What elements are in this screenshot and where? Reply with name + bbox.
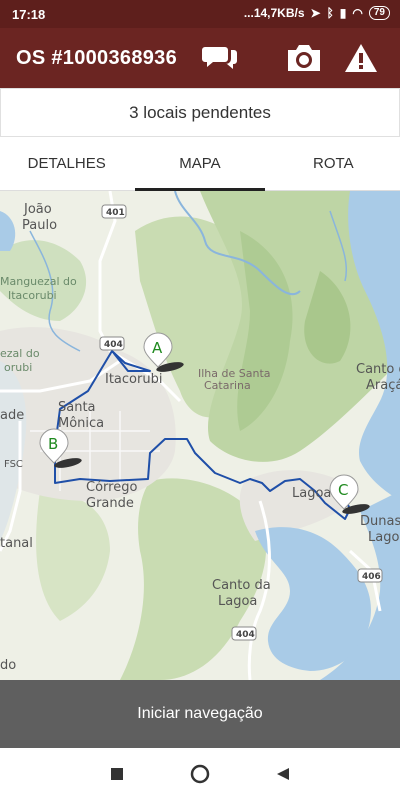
map-label: orubi (4, 361, 32, 374)
home-icon[interactable] (187, 762, 213, 786)
marker-label: C (338, 481, 348, 499)
road-shield: 404 (104, 340, 123, 350)
back-icon[interactable] (270, 762, 296, 786)
road-shield: 406 (362, 572, 381, 582)
map-label: Canto da (212, 578, 271, 593)
marker-label: B (48, 435, 58, 453)
status-time: 17:18 (12, 7, 46, 22)
map-label: Mônica (58, 416, 104, 431)
map-label: João (23, 202, 52, 217)
system-navigation-bar (0, 748, 400, 800)
map-label: Lagoa (218, 594, 257, 609)
map-label: FSC (4, 459, 23, 470)
pending-locations-text: 3 locais pendentes (0, 88, 400, 137)
bluetooth-icon: ᛒ (326, 6, 334, 20)
stop-icon[interactable] (104, 762, 130, 786)
road-shield: 401 (106, 208, 125, 218)
status-indicators: ...14,7KB/s ➤ ᛒ ▮ ◠ 79 (244, 6, 390, 20)
tab-rota[interactable]: ROTA (267, 137, 400, 190)
map-label: ade (0, 408, 24, 423)
app-bar: OS #1000368936 (0, 28, 400, 88)
tab-detalhes[interactable]: DETALHES (0, 137, 133, 190)
map-view[interactable]: João Paulo Manguezal do Itacorubi ezal d… (0, 191, 400, 680)
map-label: Santa (58, 400, 96, 415)
map-label: Lagoa (368, 530, 400, 545)
map-label: Araçá (366, 378, 400, 393)
camera-icon[interactable] (284, 40, 324, 76)
network-speed: ...14,7KB/s (243, 6, 305, 20)
marker-label: A (152, 339, 163, 357)
wifi-icon: ◠ (352, 6, 363, 20)
chat-icon[interactable] (200, 40, 240, 76)
map-label: tanal (0, 536, 33, 551)
tab-bar: DETALHES MAPA ROTA (0, 137, 400, 191)
map-label: do (0, 658, 16, 673)
order-title: OS #1000368936 (16, 47, 178, 69)
start-navigation-button[interactable]: Iniciar navegação (0, 680, 400, 748)
map-label: Grande (86, 496, 134, 511)
status-bar: 17:18 ...14,7KB/s ➤ ᛒ ▮ ◠ 79 (0, 0, 400, 28)
map-label: Manguezal do (0, 275, 77, 288)
map-label: Paulo (22, 218, 57, 233)
map-label: Itacorubi (8, 289, 57, 302)
map-label: Lagoa (292, 486, 331, 501)
tab-mapa[interactable]: MAPA (133, 137, 266, 191)
map-label: Catarina (204, 379, 251, 392)
map-label: Córrego (86, 480, 137, 495)
signal-icon: ▮ (339, 6, 347, 20)
map-label: ezal do (0, 347, 40, 360)
location-icon: ➤ (310, 6, 321, 20)
road-shield: 404 (236, 630, 255, 640)
map-canvas[interactable]: João Paulo Manguezal do Itacorubi ezal d… (0, 191, 400, 680)
map-label: Itacorubi (105, 372, 162, 387)
battery-icon: 79 (368, 6, 390, 20)
map-label: Dunas (360, 514, 400, 529)
map-label: Canto d (356, 362, 400, 377)
warning-icon[interactable] (341, 40, 381, 76)
